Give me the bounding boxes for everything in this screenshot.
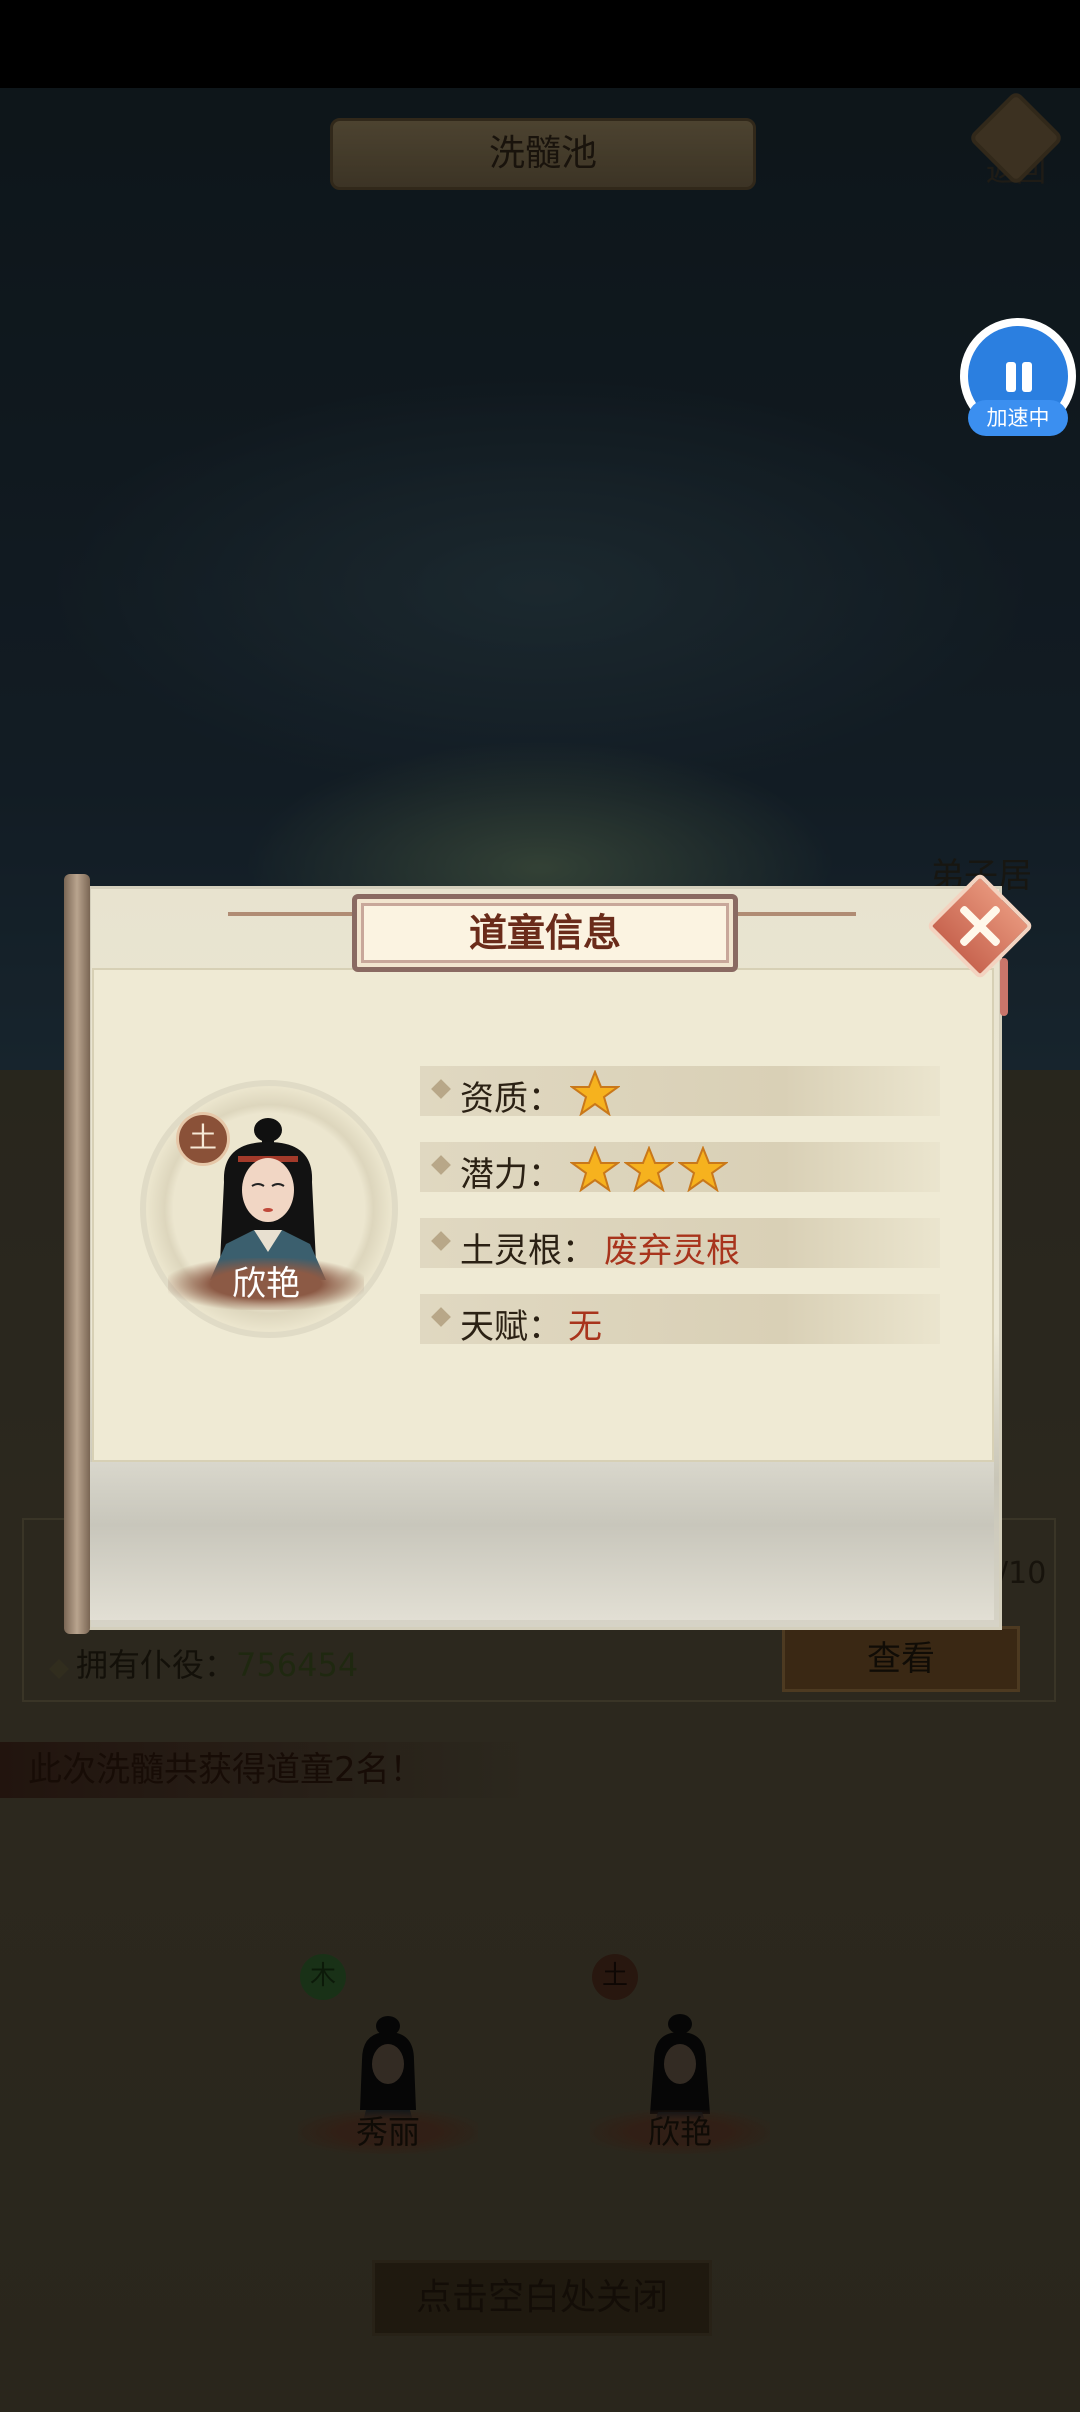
element-badge: 土 xyxy=(176,1112,230,1166)
stat-row-potential: 潜力： xyxy=(420,1142,940,1195)
stat-label: 天赋： xyxy=(460,1307,562,1347)
stat-value: 无 xyxy=(568,1307,602,1347)
diamond-bullet-icon xyxy=(431,1155,451,1175)
dialog-footer-mist xyxy=(90,1462,994,1620)
stat-label: 资质： xyxy=(460,1079,562,1119)
star-icon xyxy=(624,1146,674,1192)
status-bar xyxy=(0,0,1080,88)
stat-row-talent: 天赋： 无 xyxy=(420,1294,940,1347)
tassel-decoration xyxy=(1000,958,1008,1016)
stat-value: 废弃灵根 xyxy=(604,1231,740,1271)
diamond-bullet-icon xyxy=(431,1307,451,1327)
stat-row-aptitude: 资质： xyxy=(420,1066,940,1119)
dialog-title: 道童信息 xyxy=(352,894,738,972)
star-icon xyxy=(678,1146,728,1192)
diamond-bullet-icon xyxy=(431,1231,451,1251)
diamond-bullet-icon xyxy=(431,1079,451,1099)
stat-label: 土灵根： xyxy=(460,1231,596,1271)
star-icon xyxy=(570,1146,620,1192)
accelerate-label: 加速中 xyxy=(968,400,1068,436)
scroll-rod xyxy=(64,874,90,1634)
stat-row-spirit-root: 土灵根： 废弃灵根 xyxy=(420,1218,940,1271)
disciple-name: 欣艳 xyxy=(168,1258,364,1310)
star-icon xyxy=(570,1070,620,1116)
stat-label: 潜力： xyxy=(460,1155,562,1195)
